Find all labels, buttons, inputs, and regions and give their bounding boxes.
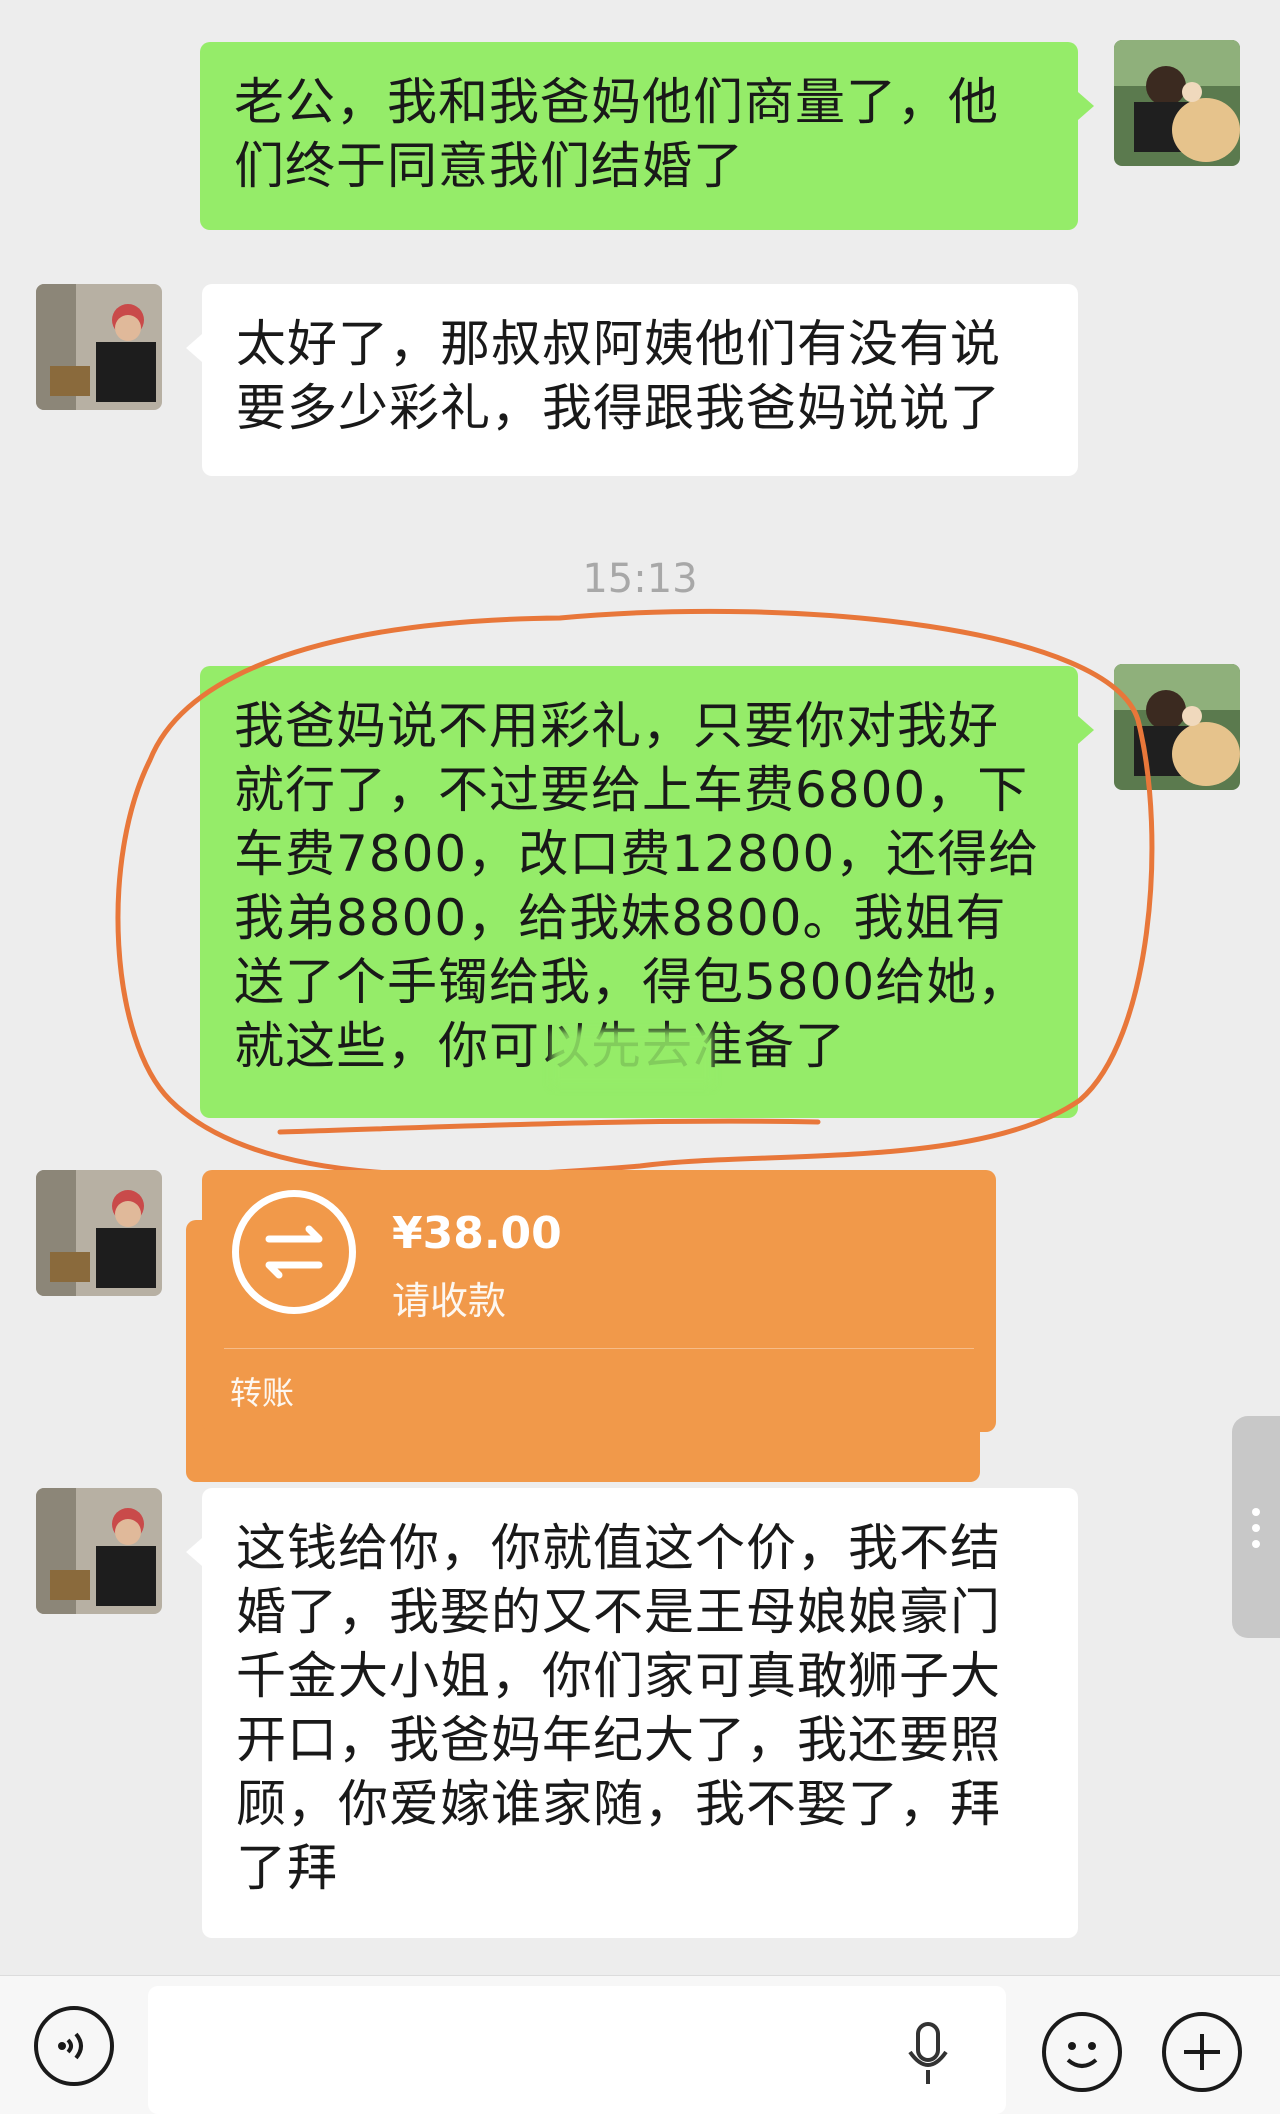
transfer-status: 请收款 [392, 1279, 507, 1323]
timestamp: 15:13 [582, 556, 698, 602]
side-drag-handle[interactable] [1232, 1416, 1280, 1638]
bubble-tail [186, 334, 202, 362]
message-input[interactable] [148, 1986, 1006, 2114]
blurred-region [552, 1030, 712, 1086]
message-text: 太好了，那叔叔阿姨他们有没有说要多少彩礼，我得跟我爸妈说说了 [236, 315, 1001, 437]
bubble-tail [1078, 92, 1094, 120]
transfer-label: 转账 [230, 1374, 295, 1412]
avatar-them[interactable] [36, 1170, 162, 1296]
message-text: 这钱给你，你就值这个价，我不结婚了，我娶的又不是王母娘娘豪门千金大小姐，你们家可… [236, 1519, 1001, 1897]
transfer-card[interactable]: ¥38.00 请收款 转账 [202, 1170, 996, 1432]
avatar-them[interactable] [36, 1488, 162, 1614]
mic-icon[interactable] [906, 2022, 950, 2088]
avatar-me[interactable] [1114, 664, 1240, 790]
avatar-them[interactable] [36, 284, 162, 410]
message-bubble-them-2[interactable]: 这钱给你，你就值这个价，我不结婚了，我娶的又不是王母娘娘豪门千金大小姐，你们家可… [202, 1488, 1078, 1938]
transfer-arrows-icon [232, 1190, 356, 1314]
avatar-me[interactable] [1114, 40, 1240, 166]
divider [224, 1348, 974, 1349]
transfer-amount: ¥38.00 [392, 1208, 562, 1259]
voice-icon[interactable] [34, 2006, 114, 2086]
message-bubble-me-1[interactable]: 老公，我和我爸妈他们商量了，他们终于同意我们结婚了 [200, 42, 1078, 230]
bubble-tail [186, 1538, 202, 1566]
message-bubble-them-1[interactable]: 太好了，那叔叔阿姨他们有没有说要多少彩礼，我得跟我爸妈说说了 [202, 284, 1078, 476]
bubble-tail [1078, 716, 1094, 744]
message-text: 我爸妈说不用彩礼，只要你对我好就行了，不过要给上车费6800，下车费7800，改… [234, 697, 1040, 1075]
emoji-icon[interactable] [1042, 2012, 1122, 2092]
message-text: 老公，我和我爸妈他们商量了，他们终于同意我们结婚了 [234, 73, 999, 195]
plus-icon[interactable] [1162, 2012, 1242, 2092]
chat-input-bar [0, 1975, 1280, 2114]
